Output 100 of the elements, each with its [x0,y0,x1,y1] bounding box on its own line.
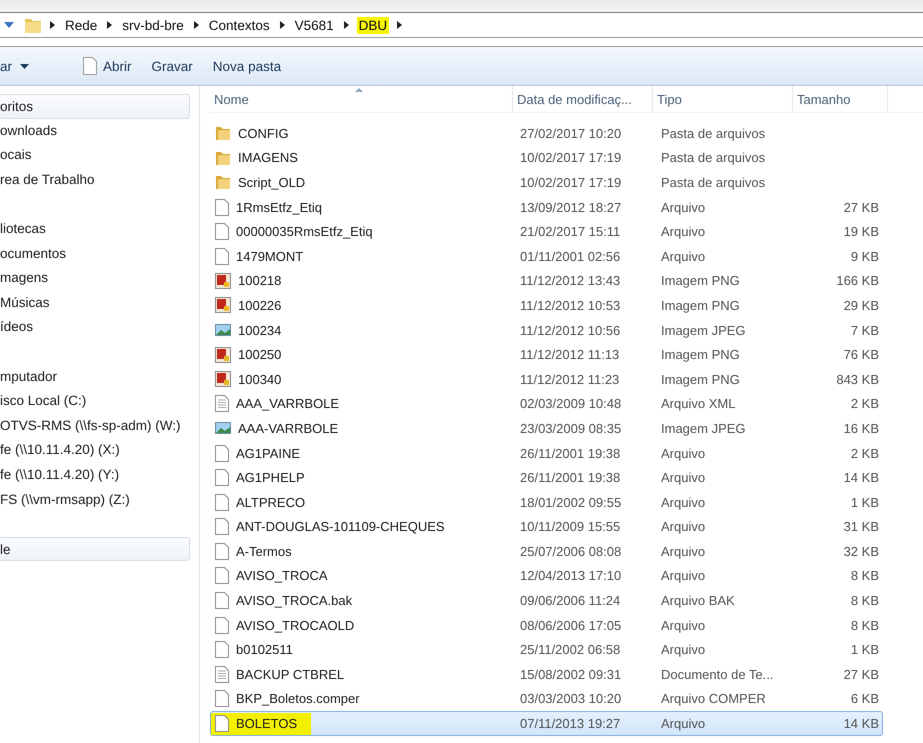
file-icon [215,248,229,265]
chevron-right-icon[interactable] [397,21,402,29]
date-cell-text: 02/03/2009 10:48 [519,396,622,412]
file-row[interactable]: AAA_VARRBOLE 02/03/2009 10:48 Arquivo XML 2 KB [210,392,883,416]
file-icon [215,641,229,658]
date-cell-text: 11/12/2012 11:13 [519,347,620,362]
type-cell-text: Arquivo COMPER [660,691,767,706]
nav-item[interactable]: rea de Trabalho [0,168,199,192]
file-icon [215,223,229,240]
size-cell-text: 19 KB [842,224,879,240]
image-icon [215,346,231,363]
type-cell-text: Arquivo [660,642,706,658]
nav-item[interactable]: liotecas [0,216,199,242]
nav-item[interactable]: Músicas [0,290,199,316]
caret-icon [20,64,30,68]
file-row[interactable]: BKP_Boletos.comper 03/03/2003 10:20 Arquivo COMPER 6 KB [210,686,883,712]
toolbar-button[interactable]: Abrir [55,51,142,81]
nav-item[interactable]: oritos [0,94,190,119]
file-name: 100226 [238,298,282,313]
file-row[interactable]: b0102511 25/11/2002 06:58 Arquivo 1 KB [210,637,883,662]
type-cell-text: Arquivo [660,494,706,510]
file-name: 100340 [238,372,282,387]
toolbar-button[interactable]: Nova pasta [202,51,292,81]
nav-item[interactable]: fe (\\10.11.4.20) (Y:) [0,462,199,488]
nav-item[interactable]: ocais [0,143,199,168]
chevron-right-icon[interactable] [107,21,112,29]
file-row[interactable]: AVISO_TROCA 12/04/2013 17:10 Arquivo 8 KB [210,564,883,588]
file-row[interactable]: BACKUP CTBREL 15/08/2002 09:31 Documento de Te... 27 KB [210,662,883,687]
breadcrumb-item[interactable]: srv-bd-bre [120,16,186,34]
breadcrumb-item[interactable]: Rede [63,16,100,34]
file-row[interactable]: AVISO_TROCA.bak 09/06/2006 11:24 Arquivo BAK 8 KB [210,588,883,613]
file-name: 100234 [238,322,282,338]
file-row[interactable]: BOLETOS 07/11/2013 19:27 Arquivo 14 KB [210,711,883,736]
file-name: AVISO_TROCAOLD [236,618,354,633]
nav-item[interactable]: FS (\\vm-rmsapp) (Z:) [0,488,199,512]
file-icon [215,444,229,462]
file-row[interactable]: ALTPRECO 18/01/2002 09:55 Arquivo 1 KB [210,490,883,514]
file-row[interactable]: AG1PAINE 26/11/2001 19:38 Arquivo 2 KB [210,440,883,466]
nav-item[interactable]: isco Local (C:) [0,389,199,414]
chevron-right-icon[interactable] [280,21,285,29]
column-header[interactable]: Tamanho [793,86,888,112]
file-row[interactable]: 100340 11/12/2012 11:23 Imagem PNG 843 KB [210,366,883,392]
date-cell-text: 03/03/2003 10:20 [519,691,622,706]
nav-item[interactable]: fe (\\10.11.4.20) (X:) [0,438,199,463]
organize-button[interactable]: ar [0,51,56,81]
type-cell-text: Arquivo [660,519,706,534]
file-row[interactable]: 100218 11/12/2012 13:43 Imagem PNG 166 KB [210,268,883,294]
file-row[interactable]: AAA-VARRBOLE 23/03/2009 08:35 Imagem JPEG 16 KB [210,416,883,441]
file-row[interactable]: AG1PHELP 26/11/2001 19:38 Arquivo 14 KB [210,465,883,490]
nav-item[interactable]: ídeos [0,315,199,340]
nav-item[interactable]: mputador [0,364,199,390]
size-cell-text: 6 KB [850,691,879,706]
date-cell-text: 23/03/2009 08:35 [519,420,622,436]
file-row[interactable]: AVISO_TROCAOLD 08/06/2006 17:05 Arquivo 8 KB [210,612,883,638]
file-icon [215,198,229,216]
nav-item[interactable]: ownloads [0,118,199,144]
breadcrumb-item[interactable]: Contextos [206,16,272,34]
file-row[interactable]: 100250 11/12/2012 11:13 Imagem PNG 76 KB [210,342,883,367]
file-row[interactable]: ANT-DOUGLAS-101109-CHEQUES 10/11/2009 15:55 Arquivo 31 KB [210,514,883,540]
breadcrumb-item[interactable]: DBU [356,16,390,34]
dropdown-arrow-icon[interactable] [4,22,14,28]
file-row[interactable]: Script_OLD 10/02/2017 17:19 Pasta de arquivos [210,170,883,195]
date-cell-text: 11/12/2012 10:53 [519,298,622,313]
type-cell-text: Arquivo [660,618,706,633]
date-cell-text: 15/08/2002 09:31 [519,666,622,682]
nav-item[interactable]: ocumentos [0,242,199,266]
file-row[interactable]: 100234 11/12/2012 10:56 Imagem JPEG 7 KB [210,318,883,342]
date-cell-text: 07/11/2013 19:27 [519,716,622,732]
file-row[interactable]: CONFIG 27/02/2017 10:20 Pasta de arquivos [210,121,883,146]
file-name: BKP_Boletos.comper [236,691,360,706]
nav-item[interactable]: magens [0,266,199,291]
type-cell-text: Imagem PNG [660,298,741,313]
address-bar[interactable]: Rede srv-bd-bre Contextos V5681 DBU [0,12,923,38]
image-icon [215,371,231,388]
size-cell-text: 1 KB [850,494,879,510]
chevron-right-icon[interactable] [50,21,55,29]
nav-item[interactable]: OTVS-RMS (\\fs-sp-adm) (W:) [0,414,199,438]
date-cell-text: 26/11/2001 19:38 [519,446,622,461]
file-row[interactable]: 100226 11/12/2012 10:53 Imagem PNG 29 KB [210,293,883,318]
chevron-right-icon[interactable] [344,21,349,29]
file-name: AAA-VARRBOLE [238,420,338,436]
nav-item[interactable]: le [0,536,190,562]
file-row[interactable]: IMAGENS 10/02/2017 17:19 Pasta de arquivos [210,146,883,170]
column-header[interactable]: Tipo [653,86,793,112]
file-row[interactable]: 1479MONT 01/11/2001 02:56 Arquivo 9 KB [210,244,883,269]
toolbar-button[interactable]: Gravar [142,51,203,81]
breadcrumb-item[interactable]: V5681 [292,16,336,34]
type-cell-text: Imagem JPEG [660,322,747,338]
column-header[interactable]: Data de modificaç... [513,86,653,112]
file-name: AVISO_TROCA.bak [236,593,352,608]
folder-icon [215,150,231,166]
size-cell-text: 166 KB [835,273,879,288]
file-row[interactable]: A-Termos 25/07/2006 08:08 Arquivo 32 KB [210,539,883,564]
type-cell-text: Pasta de arquivos [660,174,766,190]
image-icon [215,272,231,289]
size-cell-text: 1 KB [850,642,879,658]
file-row[interactable]: 00000035RmsEtfz_Etiq 21/02/2017 15:11 Arquivo 19 KB [210,219,883,244]
type-cell-text: Arquivo [660,568,706,584]
chevron-right-icon[interactable] [194,21,199,29]
file-row[interactable]: 1RmsEtfz_Etiq 13/09/2012 18:27 Arquivo 27 KB [210,194,883,220]
